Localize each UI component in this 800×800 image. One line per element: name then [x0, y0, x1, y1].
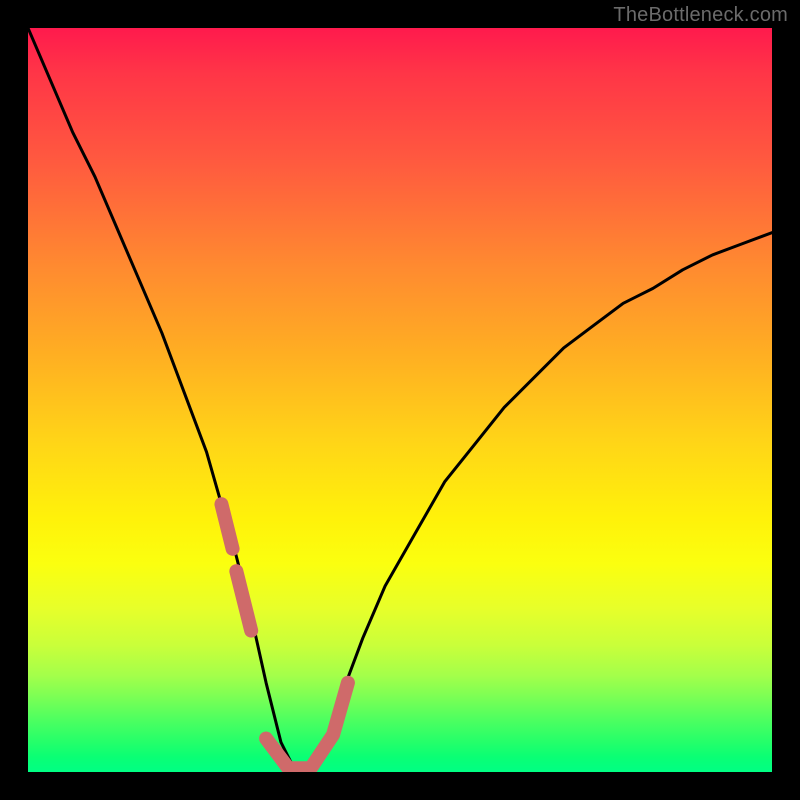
watermark-text: TheBottleneck.com — [613, 4, 788, 27]
bottleneck-curve — [28, 28, 772, 772]
plot-area — [28, 28, 772, 772]
highlight-segment-2 — [266, 683, 348, 769]
highlight-segment-1 — [236, 571, 251, 631]
chart-frame: TheBottleneck.com — [0, 0, 800, 800]
highlight-segment-0 — [221, 504, 232, 549]
curve-layer — [28, 28, 772, 772]
